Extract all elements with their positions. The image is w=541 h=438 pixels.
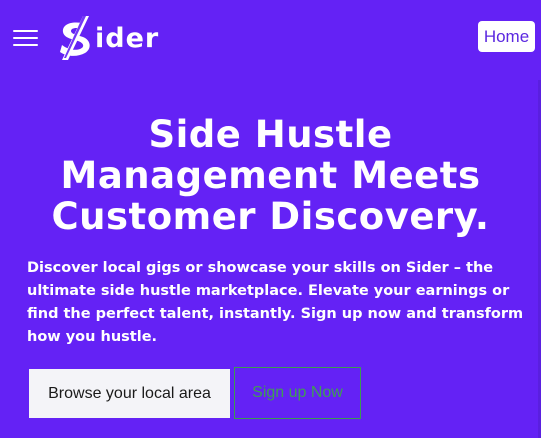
site-header: ider Home	[0, 0, 541, 80]
browse-local-area-button[interactable]: Browse your local area	[29, 369, 230, 418]
sider-logo[interactable]: ider	[56, 14, 159, 60]
hero-title: Side Hustle Management Meets Customer Di…	[0, 114, 541, 237]
hamburger-menu-icon[interactable]	[13, 29, 38, 47]
hero-title-line: Customer Discovery.	[51, 195, 490, 238]
sign-up-button[interactable]: Sign up Now	[234, 367, 361, 419]
menu-line	[13, 44, 38, 46]
logo-wordmark: ider	[95, 22, 160, 54]
hero-title-line: Management Meets	[60, 154, 481, 197]
menu-line	[13, 30, 38, 32]
menu-line	[13, 37, 38, 39]
home-button[interactable]: Home	[478, 21, 535, 52]
sider-s-logo-icon	[60, 16, 90, 60]
hero-description: Discover local gigs or showcase your ski…	[27, 260, 524, 345]
hero-title-line: Side Hustle	[148, 113, 393, 156]
